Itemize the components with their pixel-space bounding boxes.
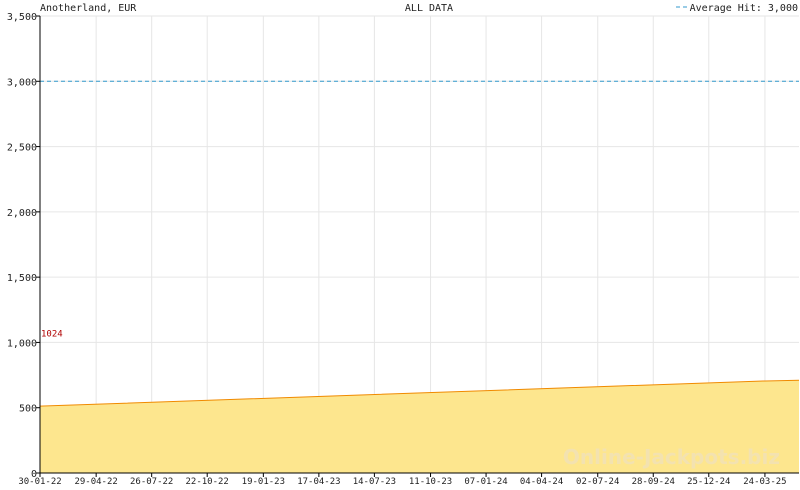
jackpot-chart: Online-Jackpots.biz 05001,0001,5002,0002… xyxy=(0,0,800,490)
y-tick-label: 1,500 xyxy=(7,273,37,284)
y-tick-label: 3,500 xyxy=(7,12,37,23)
x-tick-label: 11-10-23 xyxy=(409,477,452,487)
x-tick-label: 24-03-25 xyxy=(743,477,786,487)
y-tick-label: 2,000 xyxy=(7,208,37,219)
x-tick-label: 02-07-24 xyxy=(576,477,619,487)
chart-title: ALL DATA xyxy=(405,3,453,14)
x-tick-label: 22-10-22 xyxy=(186,477,229,487)
x-tick-label: 19-01-23 xyxy=(242,477,285,487)
y-tick-label: 2,500 xyxy=(7,143,37,154)
x-tick-label: 17-04-23 xyxy=(297,477,340,487)
legend-label: Average Hit: 3,000 xyxy=(690,3,798,14)
legend: Average Hit: 3,000 xyxy=(676,3,798,14)
watermark: Online-Jackpots.biz xyxy=(563,445,780,469)
x-tick-label: 28-09-24 xyxy=(632,477,675,487)
annotations: 1024 xyxy=(41,329,63,339)
peak-label: 1024 xyxy=(41,329,63,339)
y-tick-label: 1,000 xyxy=(7,338,37,349)
x-tick-label: 29-04-22 xyxy=(74,477,117,487)
x-tick-label: 07-01-24 xyxy=(464,477,507,487)
x-tick-label: 30-01-22 xyxy=(18,477,61,487)
x-tick-label: 14-07-23 xyxy=(353,477,396,487)
x-tick-label: 25-12-24 xyxy=(687,477,730,487)
x-tick-label: 26-07-22 xyxy=(130,477,173,487)
x-tick-label: 04-04-24 xyxy=(520,477,563,487)
y-tick-label: 500 xyxy=(19,404,37,415)
y-tick-label: 3,000 xyxy=(7,77,37,88)
game-title: Anotherland, EUR xyxy=(40,3,137,14)
